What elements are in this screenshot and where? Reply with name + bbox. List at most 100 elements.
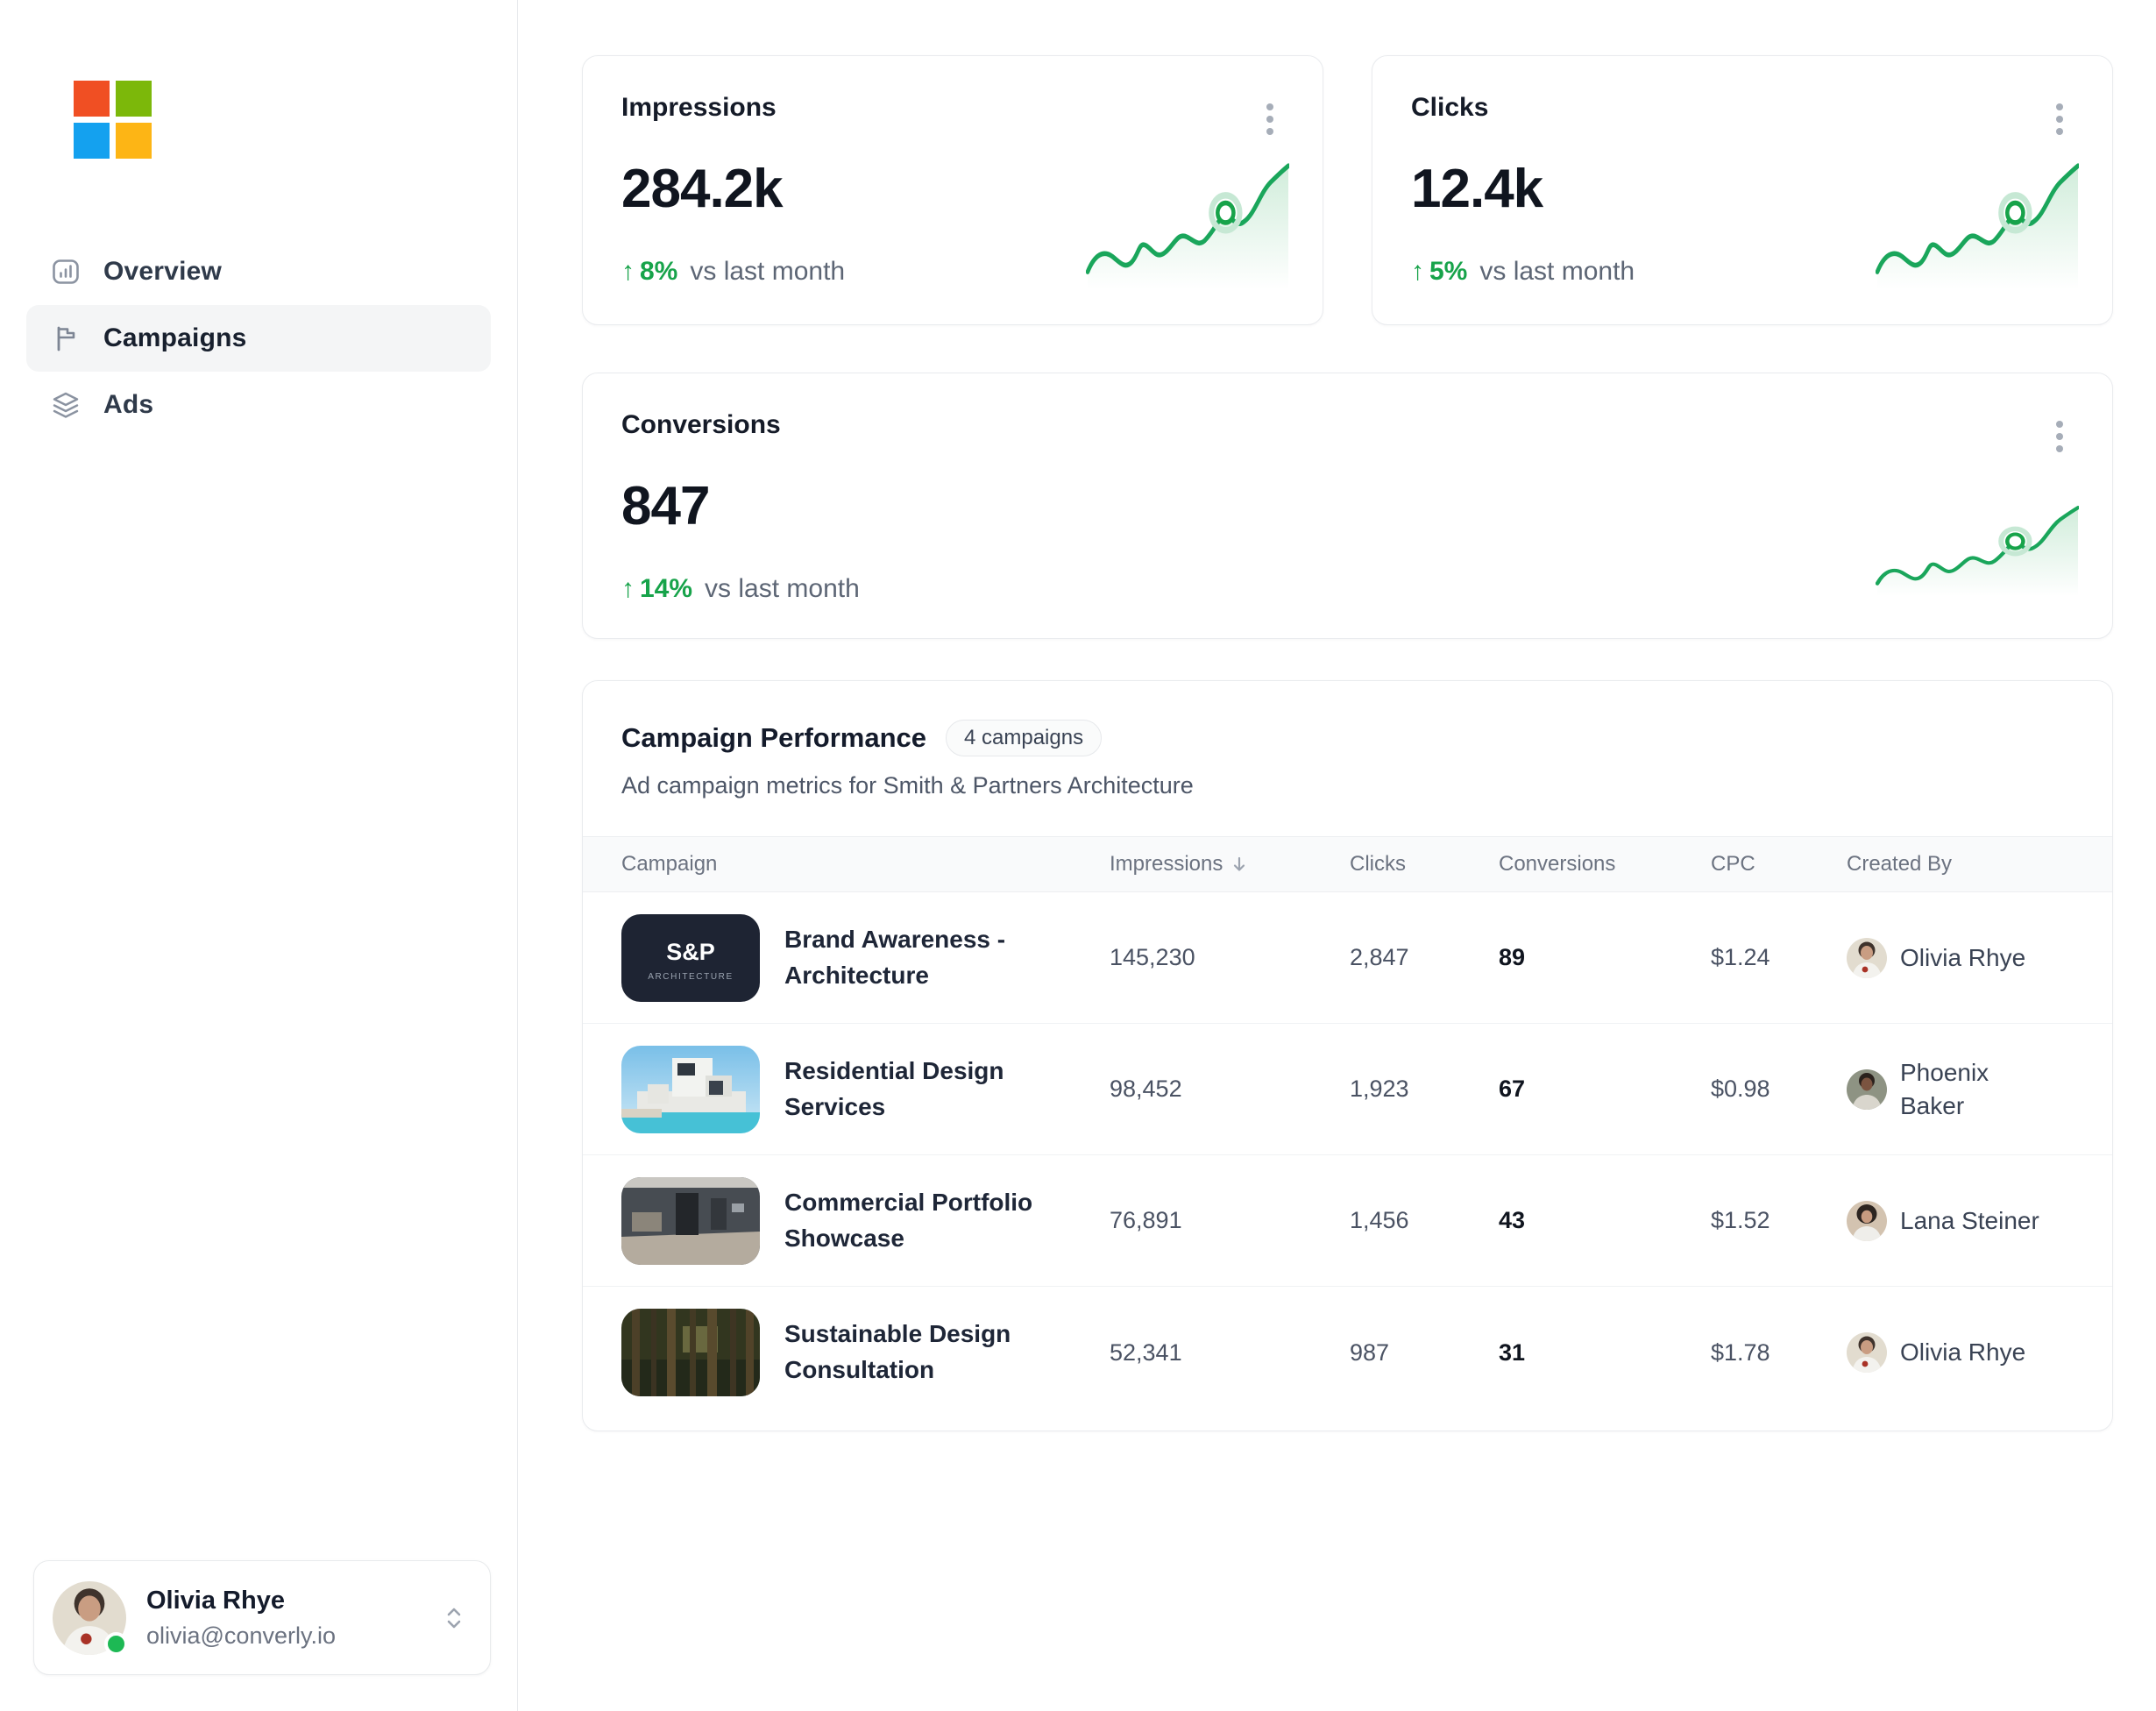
sort-arrow-down-icon: [1230, 855, 1249, 874]
arrow-up-icon: ↑: [1411, 257, 1424, 287]
column-header-created-by[interactable]: Created By: [1847, 852, 2074, 877]
clicks-sparkline: [1876, 147, 2079, 289]
avatar-lana-steiner: [1847, 1201, 1887, 1241]
flag-icon: [51, 323, 81, 353]
bar-chart-icon: [51, 257, 81, 287]
stat-title: Conversions: [621, 410, 2074, 440]
campaign-count-badge: 4 campaigns: [946, 720, 1102, 756]
stat-change: ↑14% vs last month: [621, 574, 2074, 604]
up-down-chevron-icon[interactable]: [443, 1605, 465, 1631]
change-percent: 14%: [640, 574, 692, 604]
sidebar-item-label: Campaigns: [103, 323, 247, 353]
impressions-value: 76,891: [1110, 1207, 1350, 1234]
sidebar-nav: Overview Campaigns Ads: [26, 238, 491, 438]
cpc-value: $1.78: [1711, 1339, 1847, 1367]
conversions-value: 31: [1499, 1339, 1711, 1367]
sidebar-item-ads[interactable]: Ads: [26, 372, 491, 438]
campaign-thumbnail-sp-architecture: S&P ARCHITECTURE: [621, 914, 760, 1002]
cpc-value: $1.52: [1711, 1207, 1847, 1234]
change-suffix: vs last month: [690, 257, 845, 287]
campaign-name: Commercial Portfolio Showcase: [784, 1185, 1074, 1256]
creator-name: Lana Steiner: [1900, 1204, 2039, 1238]
clicks-value: 1,923: [1350, 1076, 1499, 1103]
arrow-up-icon: ↑: [621, 574, 635, 604]
stat-cards-row: Impressions 284.2k ↑8% vs last month Cli…: [582, 55, 2113, 325]
kebab-menu-button[interactable]: [2044, 95, 2075, 144]
avatar-olivia-rhye: [1847, 1332, 1887, 1373]
online-status-dot: [104, 1632, 128, 1656]
table-row[interactable]: Sustainable Design Consultation 52,341 9…: [583, 1287, 2112, 1418]
stat-card-conversions: Conversions 847 ↑14% vs last month: [582, 373, 2113, 639]
campaign-performance-header: Campaign Performance 4 campaigns Ad camp…: [583, 681, 2112, 836]
impressions-value: 145,230: [1110, 944, 1350, 971]
column-header-impressions[interactable]: Impressions: [1110, 852, 1350, 877]
column-header-cpc[interactable]: CPC: [1711, 852, 1847, 877]
impressions-value: 52,341: [1110, 1339, 1350, 1367]
sidebar: Overview Campaigns Ads: [0, 0, 518, 1711]
kebab-menu-button[interactable]: [1254, 95, 1286, 144]
creator-name: Olivia Rhye: [1900, 941, 2025, 975]
table-row[interactable]: Residential Design Services 98,452 1,923…: [583, 1024, 2112, 1155]
svg-text:S&P: S&P: [666, 939, 715, 965]
change-suffix: vs last month: [705, 574, 860, 604]
campaign-thumbnail-house: [621, 1046, 760, 1133]
table-row[interactable]: S&P ARCHITECTURE Brand Awareness - Archi…: [583, 892, 2112, 1024]
conversions-value: 43: [1499, 1207, 1711, 1234]
change-percent: 5%: [1429, 257, 1467, 287]
clicks-value: 2,847: [1350, 944, 1499, 971]
table-row[interactable]: Commercial Portfolio Showcase 76,891 1,4…: [583, 1155, 2112, 1287]
table-header-row: Campaign Impressions Clicks Conversions …: [583, 836, 2112, 892]
change-suffix: vs last month: [1479, 257, 1635, 287]
app-logo: [74, 81, 152, 159]
main-content: Impressions 284.2k ↑8% vs last month Cli…: [518, 0, 2156, 1711]
user-email: olivia@converly.io: [146, 1622, 336, 1650]
conversions-value: 67: [1499, 1076, 1711, 1103]
stat-card-clicks: Clicks 12.4k ↑5% vs last month: [1372, 55, 2113, 325]
stat-card-impressions: Impressions 284.2k ↑8% vs last month: [582, 55, 1323, 325]
kebab-menu-button[interactable]: [2044, 412, 2075, 461]
table-body: S&P ARCHITECTURE Brand Awareness - Archi…: [583, 892, 2112, 1418]
conversions-sparkline: [1876, 494, 2079, 596]
avatar-phoenix-baker: [1847, 1069, 1887, 1110]
stat-value: 847: [621, 475, 2074, 537]
sparkline-chart: [1876, 494, 2079, 596]
sidebar-item-overview[interactable]: Overview: [26, 238, 491, 305]
sidebar-item-label: Overview: [103, 257, 222, 287]
user-info: Olivia Rhye olivia@converly.io: [146, 1587, 336, 1650]
sidebar-item-label: Ads: [103, 390, 153, 420]
campaign-thumbnail-interior: [621, 1177, 760, 1265]
creator-avatar: [1847, 1069, 1887, 1110]
cpc-value: $0.98: [1711, 1076, 1847, 1103]
campaign-cell: Sustainable Design Consultation: [621, 1309, 1110, 1396]
logo-square-green: [116, 81, 152, 117]
stat-title: Impressions: [621, 93, 1284, 123]
campaign-thumbnail: S&P ARCHITECTURE: [621, 914, 760, 1002]
impressions-sparkline: [1086, 147, 1289, 289]
created-by-cell: Phoenix Baker: [1847, 1056, 2074, 1123]
column-header-campaign[interactable]: Campaign: [621, 852, 1110, 877]
campaign-thumbnail-forest: [621, 1309, 760, 1396]
campaign-cell: Residential Design Services: [621, 1046, 1110, 1133]
column-header-conversions[interactable]: Conversions: [1499, 852, 1711, 877]
clicks-value: 987: [1350, 1339, 1499, 1367]
section-title: Campaign Performance: [621, 722, 926, 754]
user-name: Olivia Rhye: [146, 1587, 336, 1615]
creator-name: Phoenix Baker: [1900, 1056, 2045, 1123]
created-by-cell: Lana Steiner: [1847, 1201, 2074, 1241]
campaign-name: Residential Design Services: [784, 1054, 1074, 1125]
cpc-value: $1.24: [1711, 944, 1847, 971]
layers-icon: [51, 390, 81, 420]
column-header-clicks[interactable]: Clicks: [1350, 852, 1499, 877]
sidebar-item-campaigns[interactable]: Campaigns: [26, 305, 491, 372]
user-avatar: [53, 1581, 126, 1655]
sparkline-chart: [1876, 147, 2079, 289]
clicks-value: 1,456: [1350, 1207, 1499, 1234]
creator-name: Olivia Rhye: [1900, 1336, 2025, 1369]
arrow-up-icon: ↑: [621, 257, 635, 287]
section-subtitle: Ad campaign metrics for Smith & Partners…: [621, 772, 2074, 799]
user-profile-card[interactable]: Olivia Rhye olivia@converly.io: [33, 1560, 491, 1675]
logo-square-red: [74, 81, 110, 117]
campaign-thumbnail: [621, 1309, 760, 1396]
logo-square-blue: [74, 123, 110, 159]
logo-square-yellow: [116, 123, 152, 159]
